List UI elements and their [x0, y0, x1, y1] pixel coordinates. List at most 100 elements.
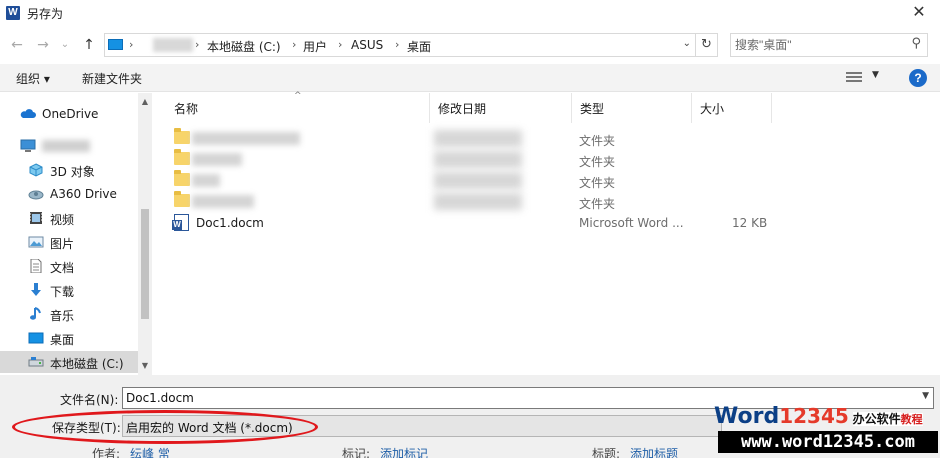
sidebar-item-videos[interactable]: 视频	[0, 207, 138, 229]
folder-icon	[174, 128, 190, 144]
command-toolbar: 组织 ▾ 新建文件夹 ▼ ?	[0, 64, 940, 92]
breadcrumb-separator: ›	[129, 38, 134, 51]
sidebar-item-local-disk[interactable]: 本地磁盘 (C:)	[0, 351, 138, 373]
author-label: 作者:	[92, 447, 121, 458]
sidebar-item-music[interactable]: 音乐	[0, 303, 138, 325]
file-list-pane: ^ 名称 修改日期 类型 大小 文件夹 文件夹 文件夹 文件夹 Doc1.doc…	[152, 91, 940, 375]
address-dropdown-icon[interactable]: ⌄	[683, 38, 691, 49]
breadcrumb-asus[interactable]: ASUS	[351, 38, 383, 52]
file-type: Microsoft Word ...	[579, 216, 684, 230]
blurred-file-name	[192, 195, 254, 208]
breadcrumb-separator: ›	[395, 38, 400, 51]
blurred-file-name	[192, 153, 242, 166]
close-button[interactable]: ✕	[906, 1, 932, 23]
scroll-thumb[interactable]	[141, 209, 149, 319]
table-row[interactable]: 文件夹	[152, 128, 940, 149]
view-dropdown-icon[interactable]: ▼	[872, 70, 879, 80]
navigation-scrollbar[interactable]: ▲ ▼	[138, 93, 152, 375]
table-row[interactable]: 文件夹	[152, 191, 940, 212]
scroll-up-icon[interactable]: ▲	[138, 95, 152, 109]
title-bar: W 另存为 ✕	[0, 0, 940, 26]
sidebar-item-this-pc[interactable]	[0, 135, 138, 157]
sidebar-item-desktop[interactable]: 桌面	[0, 327, 138, 349]
site-watermark: Word12345 办公软件教程 www.word12345.com	[712, 404, 938, 456]
sidebar-item-a360-drive[interactable]: A360 Drive	[0, 183, 138, 205]
navigation-pane: OneDrive 3D 对象 A360 Drive 视频 图片 文档 下载 音乐…	[0, 93, 152, 375]
file-size: 12 KB	[732, 216, 768, 230]
document-icon	[28, 258, 44, 274]
breadcrumb-separator: ›	[338, 38, 343, 51]
new-folder-button[interactable]: 新建文件夹	[82, 70, 142, 87]
watermark-logo: Word12345 办公软件教程	[714, 404, 923, 429]
filename-dropdown-icon[interactable]: ▼	[922, 391, 929, 401]
column-header-name[interactable]: 名称	[166, 93, 430, 123]
highlight-annotation	[12, 410, 318, 444]
up-button[interactable]: ↑	[80, 34, 98, 56]
recent-locations-button[interactable]: ⌄	[58, 34, 72, 56]
folder-icon	[174, 170, 190, 186]
table-row[interactable]: Doc1.docm Microsoft Word ... 12 KB	[152, 212, 940, 233]
window-title: 另存为	[27, 7, 64, 21]
blurred-date	[434, 193, 522, 210]
video-icon	[28, 211, 44, 225]
title-value[interactable]: 添加标题	[630, 445, 678, 458]
organize-button[interactable]: 组织 ▾	[16, 70, 50, 87]
computer-icon	[20, 139, 36, 153]
file-name: Doc1.docm	[196, 216, 264, 230]
desktop-icon	[28, 331, 44, 345]
cloud-icon	[20, 107, 36, 121]
filename-label: 文件名(N):	[60, 393, 119, 407]
drive-icon	[28, 187, 44, 201]
blurred-file-name	[192, 132, 300, 145]
view-options-icon[interactable]	[846, 72, 862, 84]
breadcrumb-local-disk[interactable]: 本地磁盘 (C:)	[207, 38, 281, 55]
file-type: 文件夹	[579, 134, 616, 148]
search-box[interactable]: ⚲	[730, 33, 928, 57]
tags-label: 标记:	[342, 447, 371, 458]
blurred-breadcrumb	[153, 38, 193, 52]
blurred-file-name	[192, 174, 220, 187]
breadcrumb-separator: ›	[195, 38, 200, 51]
tags-value[interactable]: 添加标记	[380, 445, 428, 458]
download-icon	[28, 283, 44, 297]
address-bar[interactable]: › › 本地磁盘 (C:) › 用户 › ASUS › 桌面 ⌄	[104, 33, 696, 57]
watermark-url: www.word12345.com	[718, 431, 938, 453]
breadcrumb-users[interactable]: 用户	[303, 38, 327, 55]
help-button[interactable]: ?	[909, 69, 927, 87]
breadcrumb-separator: ›	[292, 38, 297, 51]
scroll-down-icon[interactable]: ▼	[138, 359, 152, 373]
blurred-pc-name	[42, 140, 90, 152]
sidebar-item-3d-objects[interactable]: 3D 对象	[0, 159, 138, 181]
cube-icon	[28, 163, 44, 177]
sidebar-item-pictures[interactable]: 图片	[0, 231, 138, 253]
column-header-type[interactable]: 类型	[572, 93, 692, 123]
forward-button[interactable]: →	[34, 34, 52, 56]
address-row: ← → ⌄ ↑ › › 本地磁盘 (C:) › 用户 › ASUS › 桌面 ⌄…	[0, 30, 940, 60]
author-value[interactable]: 纭峰 常	[130, 445, 170, 458]
column-header-size[interactable]: 大小	[692, 93, 772, 123]
column-header-modified[interactable]: 修改日期	[430, 93, 572, 123]
back-button[interactable]: ←	[8, 34, 26, 56]
sidebar-item-downloads[interactable]: 下载	[0, 279, 138, 301]
word-app-icon: W	[6, 6, 20, 20]
folder-icon	[174, 191, 190, 207]
sidebar-item-onedrive[interactable]: OneDrive	[0, 103, 138, 125]
breadcrumb-desktop[interactable]: 桌面	[407, 38, 431, 55]
blurred-date	[434, 130, 522, 147]
table-row[interactable]: 文件夹	[152, 149, 940, 170]
title-label: 标题:	[592, 447, 621, 458]
file-type: 文件夹	[579, 176, 616, 190]
disk-icon	[28, 355, 44, 369]
table-row[interactable]: 文件夹	[152, 170, 940, 191]
file-type: 文件夹	[579, 155, 616, 169]
computer-icon	[108, 39, 123, 50]
search-icon[interactable]: ⚲	[911, 36, 921, 51]
file-type: 文件夹	[579, 197, 616, 211]
picture-icon	[28, 235, 44, 249]
word-document-icon	[172, 214, 189, 231]
refresh-button[interactable]: ↻	[696, 33, 718, 57]
search-input[interactable]	[735, 37, 903, 53]
music-icon	[28, 307, 44, 321]
sidebar-item-documents[interactable]: 文档	[0, 255, 138, 277]
blurred-date	[434, 151, 522, 168]
